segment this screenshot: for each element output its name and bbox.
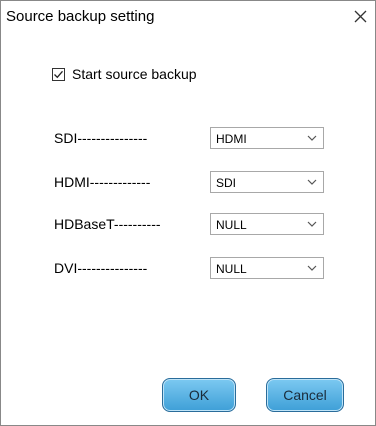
select-value-hdmi: SDI — [216, 176, 237, 190]
chevron-down-icon — [307, 265, 317, 271]
select-value-hdbaset: NULL — [216, 218, 247, 232]
dialog-title: Source backup setting — [6, 8, 155, 25]
select-sdi[interactable]: HDMI — [210, 127, 324, 149]
select-hdbaset[interactable]: NULL — [210, 213, 324, 235]
select-value-sdi: HDMI — [216, 132, 247, 146]
start-source-backup-checkbox[interactable]: Start source backup — [52, 66, 197, 82]
source-backup-dialog: Source backup setting Start source backu… — [0, 0, 376, 426]
checkbox-label: Start source backup — [72, 66, 197, 82]
chevron-down-icon — [307, 135, 317, 141]
checkbox-box[interactable] — [52, 67, 65, 81]
row-hdbaset: HDBaseT---------- NULL — [54, 213, 334, 235]
chevron-down-icon — [307, 179, 317, 185]
select-dvi[interactable]: NULL — [210, 257, 324, 279]
close-button[interactable] — [351, 7, 369, 25]
close-icon — [354, 10, 366, 22]
checkmark-icon — [54, 70, 63, 78]
row-label-sdi: SDI--------------- — [54, 130, 148, 146]
chevron-down-icon — [307, 221, 317, 227]
row-sdi: SDI--------------- HDMI — [54, 127, 334, 149]
select-value-dvi: NULL — [216, 262, 247, 276]
row-hdmi: HDMI------------- SDI — [54, 171, 334, 193]
cancel-button[interactable]: Cancel — [266, 378, 344, 412]
row-label-hdmi: HDMI------------- — [54, 174, 151, 190]
select-hdmi[interactable]: SDI — [210, 171, 324, 193]
title-bar: Source backup setting — [1, 1, 375, 32]
row-dvi: DVI--------------- NULL — [54, 257, 334, 279]
row-label-dvi: DVI--------------- — [54, 260, 148, 276]
row-label-hdbaset: HDBaseT---------- — [54, 216, 161, 232]
ok-button[interactable]: OK — [162, 378, 236, 412]
